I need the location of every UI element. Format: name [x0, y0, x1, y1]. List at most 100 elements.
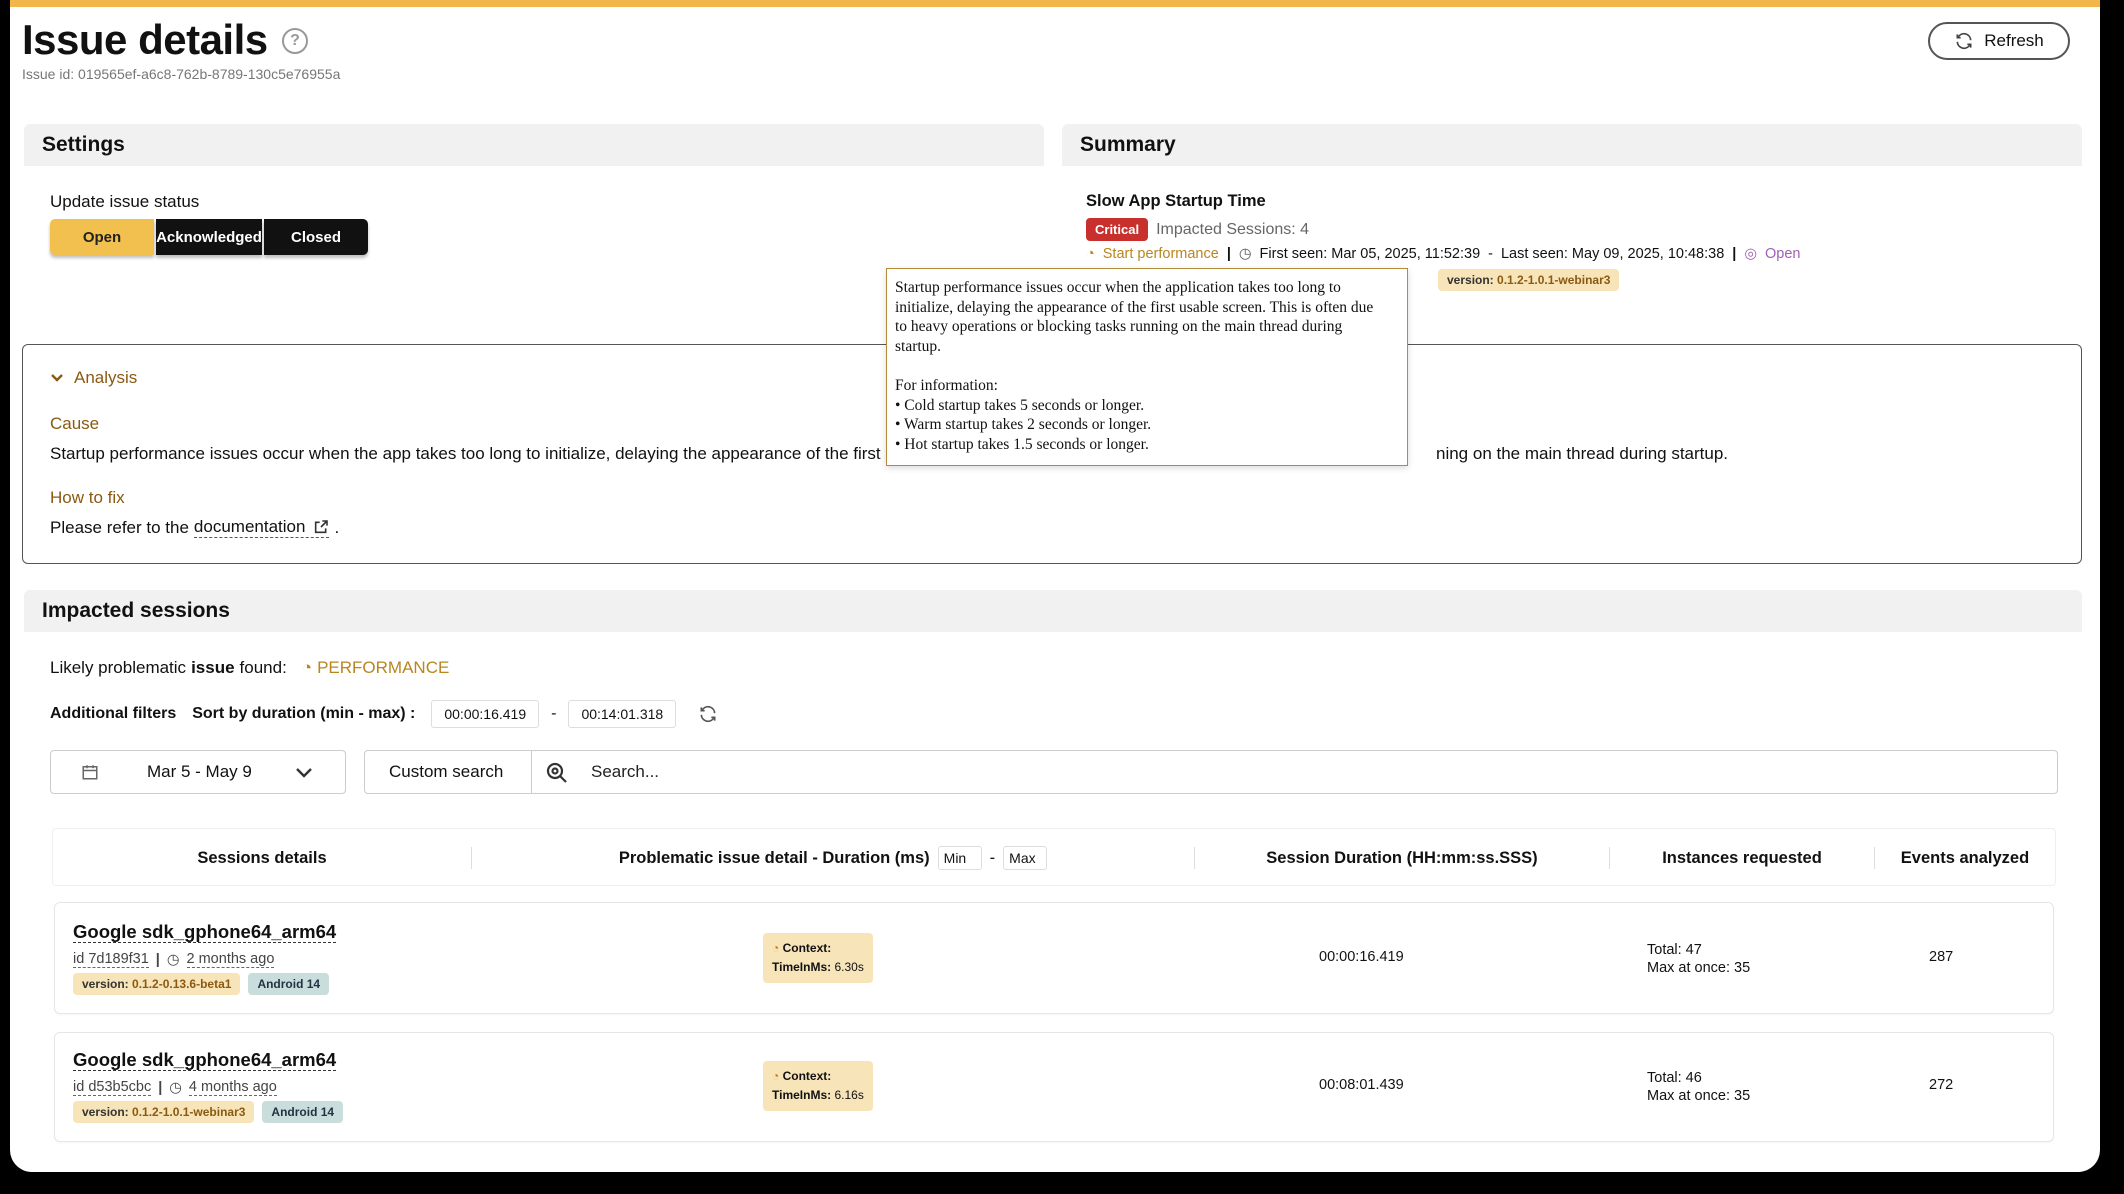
- app-window: Issue details ? Issue id: 019565ef-a6c8-…: [10, 0, 2100, 1172]
- separator: |: [158, 1079, 163, 1096]
- analysis-label: Analysis: [74, 368, 138, 387]
- likely-prefix: Likely problematic: [50, 658, 187, 677]
- help-icon[interactable]: ?: [282, 28, 308, 54]
- session-duration: 00:00:16.419: [1319, 949, 1404, 965]
- tooltip-line: to heavy operations or blocking tasks ru…: [895, 318, 1343, 336]
- instances-max: Max at once: 35: [1647, 960, 1751, 976]
- session-chips: version: 0.1.2-1.0.1-webinar3 Android 14: [73, 1101, 344, 1123]
- device-name[interactable]: Google sdk_gphone64_arm64: [73, 1049, 337, 1071]
- version-chip: version: 0.1.2-0.13.6-beta1: [73, 973, 241, 995]
- chevron-down-icon: [296, 768, 312, 778]
- max-filter-input[interactable]: Max: [1003, 846, 1048, 870]
- speedometer-icon: ◔: [301, 658, 313, 677]
- category-tag: Start performance: [1102, 246, 1219, 262]
- issue-id: Issue id: 019565ef-a6c8-762b-8789-130c5e…: [22, 66, 341, 82]
- status-open: Open: [1765, 246, 1801, 262]
- version-value: 0.1.2-0.13.6-beta1: [132, 977, 232, 991]
- tooltip-line: • Cold startup takes 5 seconds or longer…: [895, 396, 1145, 414]
- status-acknowledged-button[interactable]: Acknowledged: [156, 219, 262, 255]
- table-row[interactable]: Google sdk_gphone64_arm64 id d53b5cbc | …: [54, 1032, 2054, 1142]
- status-segmented-control: Open Acknowledged Closed: [50, 219, 368, 255]
- col-session-duration[interactable]: Session Duration (HH:mm:ss.SSS): [1195, 829, 1609, 887]
- fix-text: Please refer to the documentation .: [50, 517, 339, 538]
- session-meta: id d53b5cbc | ◷ 4 months ago: [73, 1079, 277, 1096]
- separator: |: [1732, 246, 1737, 262]
- status-closed-button[interactable]: Closed: [264, 219, 368, 255]
- analysis-toggle[interactable]: Analysis: [50, 368, 137, 388]
- instances-total: Total: 47: [1647, 942, 1702, 958]
- context-badge: ◔ Context: TimeInMs: 6.16s: [763, 1061, 873, 1111]
- context-value: 6.16s: [834, 1088, 864, 1102]
- first-seen: First seen: Mar 05, 2025, 11:52:39: [1259, 246, 1481, 262]
- version-value: 0.1.2-1.0.1-webinar3: [132, 1105, 246, 1119]
- search-input[interactable]: Search...: [591, 762, 659, 782]
- external-link-icon: [315, 520, 329, 534]
- device-name[interactable]: Google sdk_gphone64_arm64: [73, 921, 337, 943]
- status-icon: ◎: [1744, 246, 1758, 262]
- col-problem-detail: Problematic issue detail - Duration (ms)…: [472, 829, 1194, 887]
- documentation-link-label: documentation: [193, 517, 306, 536]
- instances-cell: Total: 47 Max at once: 35: [1647, 941, 1750, 977]
- table-row[interactable]: Google sdk_gphone64_arm64 id 7d189f31 | …: [54, 902, 2054, 1014]
- cause-text: Startup performance issues occur when th…: [50, 444, 895, 463]
- session-meta: id 7d189f31 | ◷ 2 months ago: [73, 951, 275, 968]
- sort-label: Sort by duration (min - max) :: [192, 705, 416, 722]
- context-badge: ◔ Context: TimeInMs: 6.30s: [763, 933, 873, 983]
- summary-meta-row: ◔ Start performance | ◷ First seen: Mar …: [1086, 246, 1801, 262]
- context-value: 6.30s: [834, 960, 864, 974]
- status-open-button[interactable]: Open: [50, 219, 154, 255]
- dash: -: [1488, 246, 1493, 262]
- tooltip-line: startup.: [895, 337, 942, 355]
- refresh-icon: [1956, 32, 1972, 50]
- device-name-label: Google sdk_gphone64_arm64: [73, 1049, 337, 1071]
- separator: |: [155, 951, 160, 968]
- page-title: Issue details: [22, 16, 268, 63]
- divider: [531, 751, 532, 793]
- col-sessions-details[interactable]: Sessions details: [53, 829, 471, 887]
- impacted-title: Impacted sessions: [24, 590, 2082, 632]
- summary-severity-row: Critical Impacted Sessions: 4: [1086, 218, 1309, 241]
- context-label: Context:: [782, 1069, 832, 1083]
- min-filter-input[interactable]: Min: [937, 846, 982, 870]
- clock-icon: ◷: [1238, 246, 1252, 262]
- clock-icon: ◷: [166, 951, 180, 968]
- minmax-dash: -: [989, 848, 996, 867]
- search-bar: Custom search Search...: [364, 750, 2058, 794]
- session-duration: 00:08:01.439: [1319, 1077, 1404, 1093]
- date-range-picker[interactable]: Mar 5 - May 9: [50, 750, 346, 794]
- top-accent-bar: [10, 0, 2100, 7]
- likely-tag: PERFORMANCE: [317, 658, 450, 677]
- col-instances[interactable]: Instances requested: [1610, 829, 1874, 887]
- category-tooltip: Startup performance issues occur when th…: [886, 268, 1408, 466]
- min-duration-input[interactable]: 00:00:16.419: [431, 700, 540, 728]
- version-chip: version: 0.1.2-1.0.1-webinar3: [1438, 269, 1620, 291]
- fix-heading: How to fix: [50, 488, 125, 507]
- session-ago: 2 months ago: [186, 951, 275, 968]
- session-id[interactable]: id d53b5cbc: [73, 1079, 152, 1096]
- events-count: 272: [1929, 1077, 1954, 1093]
- max-duration-input[interactable]: 00:14:01.318: [568, 700, 677, 728]
- likely-suffix: found:: [239, 658, 287, 677]
- speedometer-icon: ◔: [1086, 246, 1095, 262]
- os-chip: Android 14: [262, 1101, 344, 1123]
- custom-search-button[interactable]: Custom search: [389, 762, 503, 782]
- fix-prefix: Please refer to the: [50, 517, 189, 537]
- refresh-button[interactable]: Refresh: [1928, 22, 2070, 60]
- range-dash: -: [551, 705, 557, 722]
- col-events[interactable]: Events analyzed: [1875, 829, 2055, 887]
- issue-name: Slow App Startup Time: [1086, 192, 1266, 210]
- documentation-link[interactable]: documentation: [193, 517, 330, 538]
- filters-row: Additional filters Sort by duration (min…: [50, 700, 718, 728]
- clock-icon: ◷: [169, 1079, 182, 1096]
- tooltip-line: For information:: [895, 376, 998, 394]
- reset-icon[interactable]: [698, 704, 718, 724]
- filters-label: Additional filters: [50, 705, 177, 722]
- calendar-icon: [82, 765, 98, 780]
- session-id[interactable]: id 7d189f31: [73, 951, 149, 968]
- version-chip: version: 0.1.2-1.0.1-webinar3: [73, 1101, 255, 1123]
- tooltip-line: [895, 356, 1399, 376]
- speedometer-icon: ◔: [772, 941, 780, 955]
- impacted-count: Impacted Sessions: 4: [1156, 220, 1310, 238]
- chevron-down-icon: [51, 374, 63, 382]
- instances-total: Total: 46: [1647, 1070, 1702, 1086]
